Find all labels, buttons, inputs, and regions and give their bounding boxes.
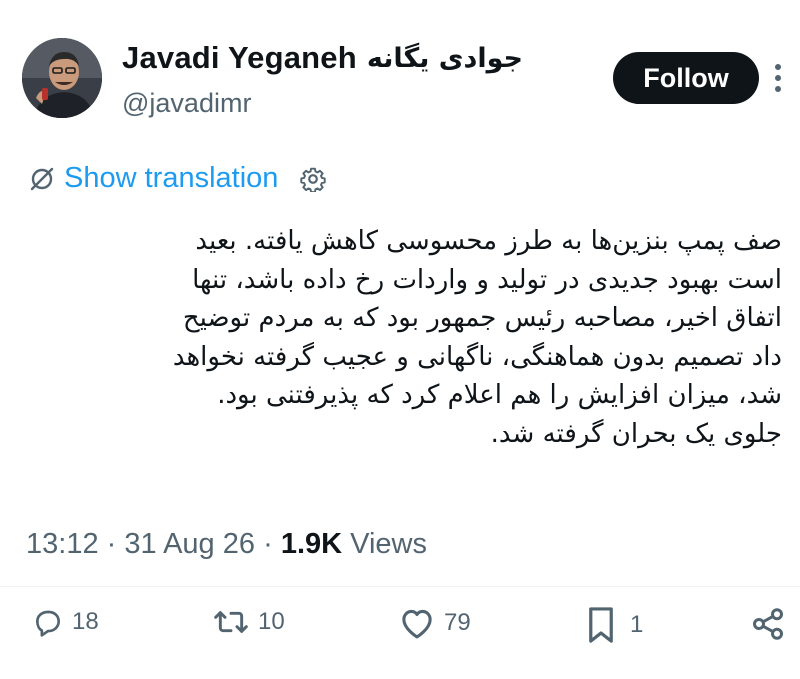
author-name-row: Javadi Yeganeh جوادی یگانه [122,40,523,76]
share-icon [753,608,783,640]
translation-settings-button[interactable] [300,166,327,192]
heart-icon [402,609,432,639]
views-label: Views [350,528,427,560]
tweet-text-line: داد تصمیم بدون هماهنگی، ناگهانی و عجیب گ… [172,341,782,372]
reply-button[interactable]: 18 [32,606,99,638]
tweet-text: صف پمپ بنزین‌ها به طرز محسوسی کاهش یافته… [24,222,782,453]
author-display-name-fa[interactable]: جوادی یگانه [367,43,523,74]
repost-count: 10 [258,608,285,635]
meta-separator: · [263,528,273,560]
follow-button[interactable]: Follow [613,52,759,104]
avatar-icon [22,38,102,118]
tweet-card: Javadi Yeganeh جوادی یگانه @javadimr Fol… [0,0,800,679]
repost-button[interactable]: 10 [212,606,285,638]
translation-row: Show translation [28,162,327,195]
translate-icon [30,167,54,190]
show-translation-link[interactable]: Show translation [64,162,278,195]
tweet-text-line: اتفاق اخیر، مصاحبه رئیس جمهور بود که به … [182,303,782,333]
bookmark-count: 1 [630,611,644,638]
reply-icon [36,610,60,637]
tweet-time[interactable]: 13:12 [26,528,99,560]
repost-icon [214,611,248,633]
author-handle[interactable]: @javadimr [122,88,251,119]
author-display-name[interactable]: Javadi Yeganeh [122,40,357,76]
gear-icon [300,167,327,192]
meta-separator: · [106,528,117,560]
tweet-meta: 13:12 · 31 Aug 26 · 1.9K Views [26,528,427,561]
tweet-text-line: جلوی یک بحران گرفته شد. [490,418,782,449]
like-count: 79 [444,609,471,636]
like-button[interactable]: 79 [398,606,471,640]
tweet-text-line: است بهبود جدیدی در تولید و واردات رخ داد… [192,264,782,295]
tweet-date[interactable]: 31 Aug 26 [124,528,255,560]
more-vertical-icon [775,64,781,92]
tweet-text-line: شد، میزان افزایش را هم اعلام کرد که پذیر… [217,380,782,410]
more-options-button[interactable] [764,58,792,98]
bookmark-button[interactable]: 1 [586,606,643,644]
bookmark-icon [589,607,613,643]
tweet-text-line: صف پمپ بنزین‌ها به طرز محسوسی کاهش یافته… [195,226,782,256]
avatar[interactable] [22,38,102,118]
views-count[interactable]: 1.9K [281,528,342,560]
divider [0,586,800,587]
share-button[interactable] [750,606,786,642]
reply-count: 18 [72,608,99,635]
